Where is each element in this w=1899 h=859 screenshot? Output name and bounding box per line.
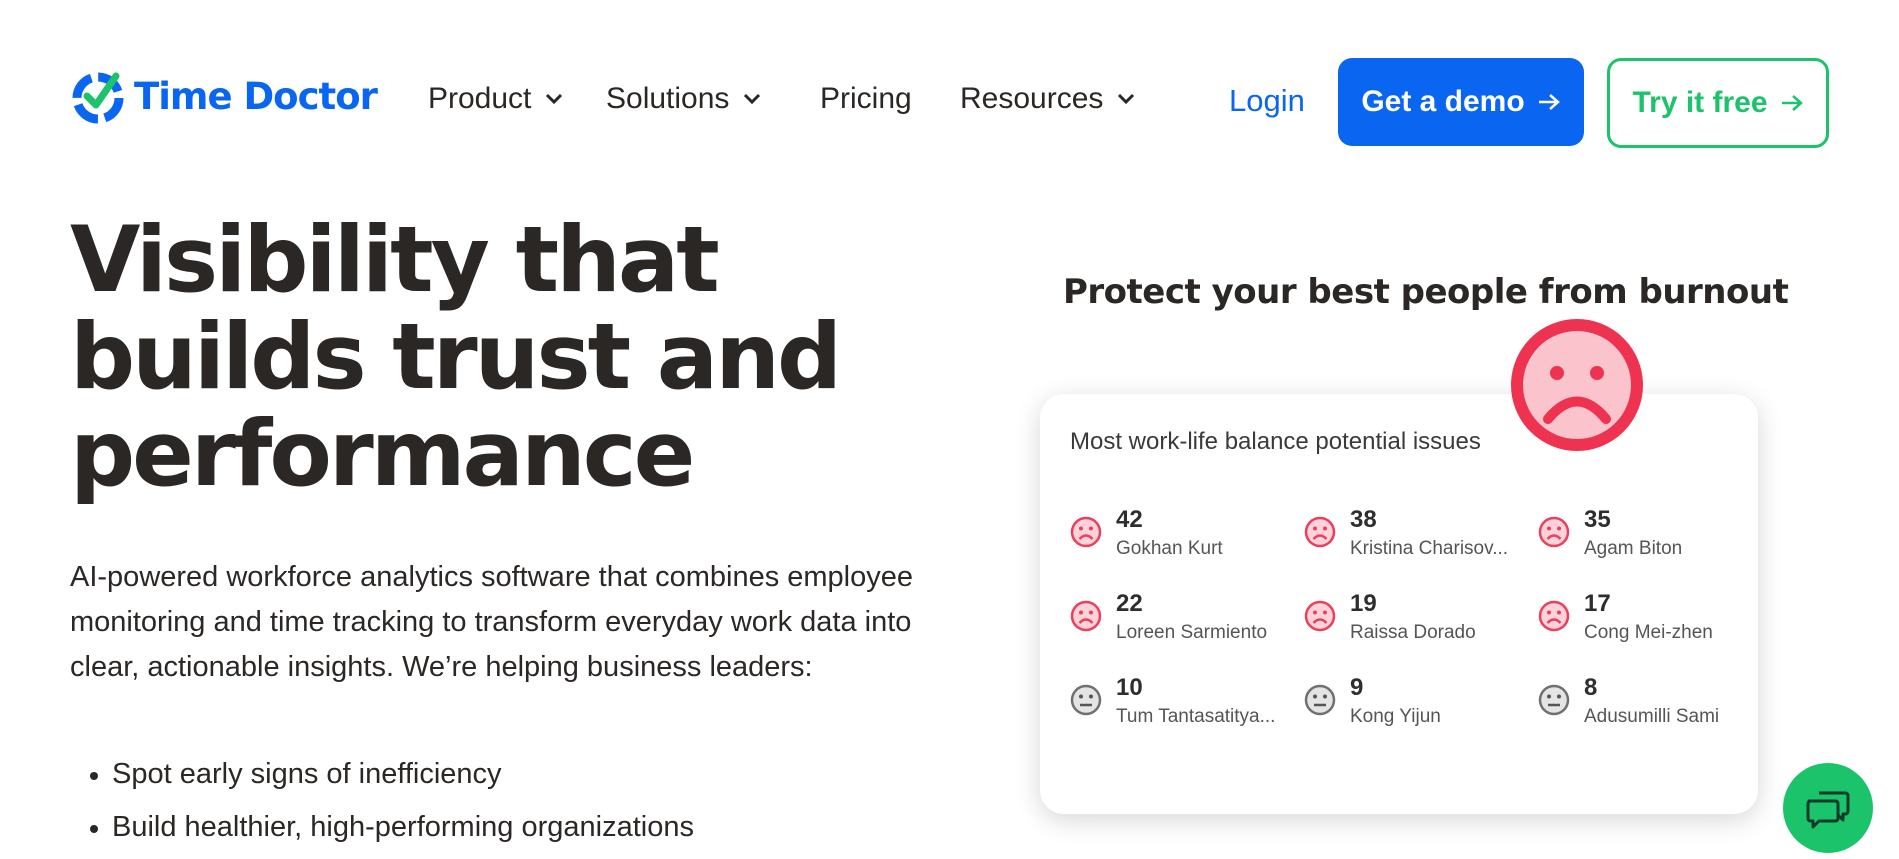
list-item: Spot early signs of inefficiency (70, 750, 694, 803)
list-item: Build healthier, high-performing organiz… (70, 803, 694, 856)
illustration-title: Protect your best people from burnout (1063, 272, 1789, 312)
person-item: 22 Loreen Sarmiento (1070, 590, 1300, 650)
person-name: Raissa Dorado (1350, 622, 1476, 643)
brand-logo[interactable]: Time Doctor (70, 68, 378, 124)
hero-title-line: builds trust and (70, 305, 842, 410)
nav-pricing-label: Pricing (820, 82, 912, 115)
hero-title: Visibility that builds trust and perform… (70, 212, 890, 503)
nav-resources[interactable]: Resources (960, 82, 1135, 116)
person-value: 9 (1350, 674, 1364, 701)
get-demo-button[interactable]: Get a demo (1338, 58, 1584, 146)
person-name: Loreen Sarmiento (1116, 622, 1268, 643)
person-item: 35 Agam Biton (1538, 506, 1768, 566)
person-name: Agam Biton (1584, 538, 1683, 559)
try-free-label: Try it free (1632, 86, 1768, 119)
person-value: 35 (1584, 506, 1611, 533)
hero-title-line: Visibility that (70, 208, 720, 313)
nav-product[interactable]: Product (428, 82, 563, 116)
person-value: 42 (1116, 506, 1143, 533)
sad-face-icon (1304, 600, 1336, 632)
chat-bubbles-icon (1806, 791, 1850, 829)
nav-solutions-label: Solutions (606, 82, 730, 115)
neutral-face-icon (1304, 684, 1336, 716)
arrow-right-icon (1537, 92, 1561, 112)
chevron-down-icon (546, 93, 563, 105)
hero-title-line: performance (70, 402, 695, 507)
person-item: 17 Cong Mei-zhen (1538, 590, 1768, 650)
login-link[interactable]: Login (1229, 83, 1305, 119)
arrow-right-icon (1780, 93, 1804, 113)
sad-face-icon (1304, 516, 1336, 548)
person-name: Kristina Charisov... (1350, 538, 1509, 559)
brand-name: Time Doctor (134, 74, 378, 118)
clock-check-icon (72, 72, 124, 124)
card-title: Most work-life balance potential issues (1070, 428, 1481, 455)
person-name: Cong Mei-zhen (1584, 622, 1713, 643)
person-value: 8 (1584, 674, 1598, 701)
sad-face-icon (1538, 516, 1570, 548)
person-value: 10 (1116, 674, 1143, 701)
person-item: 8 Adusumilli Sami (1538, 674, 1768, 734)
chevron-down-icon (744, 93, 761, 105)
get-demo-label: Get a demo (1361, 85, 1525, 118)
person-value: 38 (1350, 506, 1377, 533)
person-item: 10 Tum Tantasatitya... (1070, 674, 1300, 734)
person-value: 22 (1116, 590, 1143, 617)
person-item: 19 Raissa Dorado (1304, 590, 1534, 650)
nav-resources-label: Resources (960, 82, 1104, 115)
person-item: 9 Kong Yijun (1304, 674, 1534, 734)
chat-button[interactable] (1783, 763, 1873, 853)
benefits-list: Spot early signs of inefficiency Build h… (70, 750, 694, 856)
person-name: Tum Tantasatitya... (1116, 706, 1276, 727)
hero-description: AI-powered workforce analytics software … (70, 561, 913, 683)
neutral-face-icon (1070, 684, 1102, 716)
nav-solutions[interactable]: Solutions (606, 82, 761, 116)
person-item: 38 Kristina Charisov... (1304, 506, 1534, 566)
person-name: Adusumilli Sami (1584, 706, 1720, 727)
person-name: Gokhan Kurt (1116, 538, 1223, 559)
person-item: 42 Gokhan Kurt (1070, 506, 1300, 566)
neutral-face-icon (1538, 684, 1570, 716)
sad-face-icon (1070, 516, 1102, 548)
big-sad-face-icon (1511, 319, 1643, 451)
person-name: Kong Yijun (1350, 706, 1441, 727)
person-value: 19 (1350, 590, 1377, 617)
nav-product-label: Product (428, 82, 532, 115)
try-free-button[interactable]: Try it free (1607, 58, 1829, 148)
burnout-card: Most work-life balance potential issues … (1040, 394, 1758, 814)
sad-face-icon (1070, 600, 1102, 632)
person-value: 17 (1584, 590, 1611, 617)
chevron-down-icon (1118, 93, 1135, 105)
nav-pricing[interactable]: Pricing (820, 82, 912, 116)
sad-face-icon (1538, 600, 1570, 632)
